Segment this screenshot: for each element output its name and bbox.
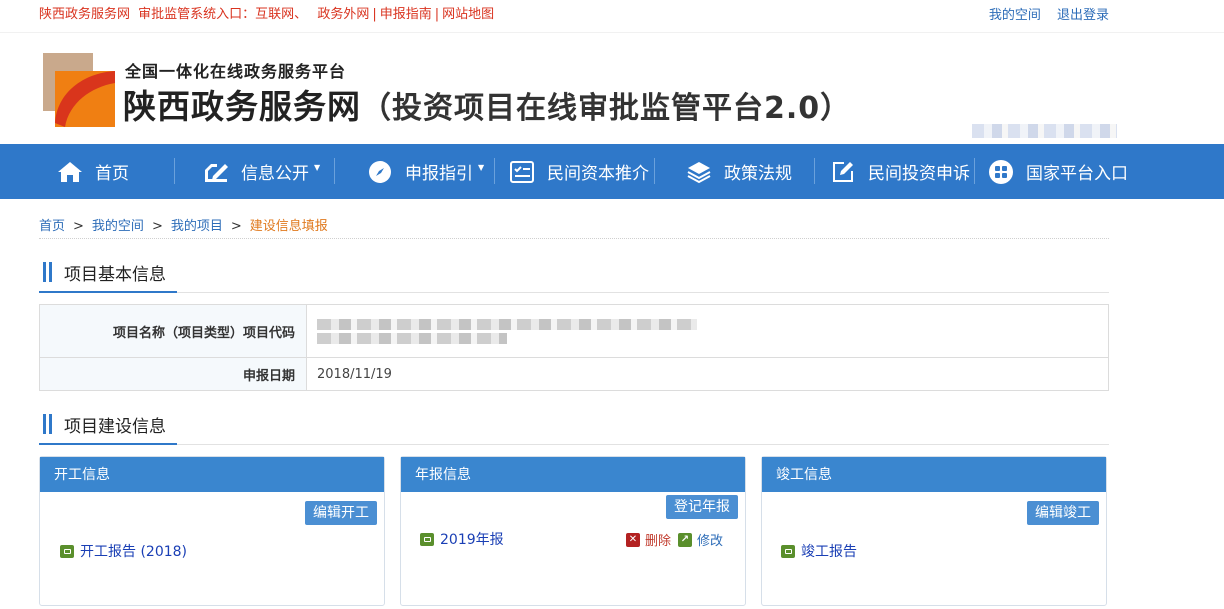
breadcrumb: 首页 > 我的空间 > 我的项目 > 建设信息填报 [39,219,328,234]
card-start-title: 开工信息 [40,457,384,492]
chevron-down-icon: ▼ [314,163,321,172]
folder-icon [420,532,434,546]
folder-icon [781,544,795,558]
user-links: 我的空间 退出登录 [977,4,1109,23]
nav-item-national[interactable]: 国家平台入口 [988,144,1128,199]
nav-label-private-capital: 民间资本推介 [547,164,649,184]
card-annual-info: 年报信息 登记年报 2019年报 ✕ 删除 ↗ 修改 [400,456,746,606]
nav-item-home[interactable]: 首页 [57,144,129,199]
complete-report-label: 竣工报告 [801,544,857,560]
redacted-project-name [317,318,697,330]
nav-item-guide[interactable]: 申报指引 ▼ [367,144,484,199]
section-basic-info: 项目基本信息 [39,259,1109,293]
grid-circle-icon [988,159,1014,185]
edit-doc-icon [203,159,229,185]
card-complete-title: 竣工信息 [762,457,1106,492]
platform-subtitle: 全国一体化在线政务服务平台 [125,62,347,81]
start-report-link[interactable]: 开工报告 (2018) [60,541,187,561]
nav-label-policy: 政策法规 [724,164,792,184]
chevron-down-icon: ▼ [478,163,485,172]
section-title-construction: 项目建设信息 [64,417,166,437]
my-space-link[interactable]: 我的空间 [989,8,1041,23]
top-link-site[interactable]: 陕西政务服务网 [39,7,130,22]
card-start-info: 开工信息 编辑开工 开工报告 (2018) [39,456,385,606]
breadcrumb-current: 建设信息填报 [249,219,328,234]
checklist-icon [509,159,535,185]
top-link-gov-net[interactable]: 政务外网 [317,7,369,22]
logo-icon [43,53,115,127]
redacted-project-code [317,332,507,344]
nav-label-info: 信息公开 [241,164,309,184]
nav-label-national: 国家平台入口 [1026,164,1128,184]
apply-date-label: 申报日期 [39,357,307,391]
delete-annual-button[interactable]: ✕ 删除 [626,530,671,549]
edit-complete-button[interactable]: 编辑竣工 [1027,501,1099,525]
site-title-main: 陕西政务服务网 [123,87,361,126]
top-links: 陕西政务服务网 审批监管系统入口：互联网、 政务外网 | 申报指南 | 网站地图 [39,7,495,22]
nav-item-policy[interactable]: 政策法规 [686,144,792,199]
apply-date-value: 2018/11/19 [306,357,1109,391]
home-icon [57,159,83,185]
edit-annual-button[interactable]: ↗ 修改 [678,530,723,549]
top-link-internet[interactable]: 互联网、 [255,7,307,22]
compass-icon [367,159,393,185]
breadcrumb-my-space[interactable]: 我的空间 [92,219,144,234]
project-name-label: 项目名称（项目类型）项目代码 [39,304,307,358]
edit-label: 修改 [697,534,724,549]
card-annual-title: 年报信息 [401,457,745,492]
breadcrumb-home[interactable]: 首页 [39,219,65,234]
nav-item-info[interactable]: 信息公开 ▼ [203,144,320,199]
nav-label-guide: 申报指引 [405,164,473,184]
project-name-value [306,304,1109,358]
section-marker-icon [43,414,52,434]
delete-label: 删除 [645,534,672,549]
start-report-label: 开工报告 (2018) [80,544,188,560]
top-bar: 陕西政务服务网 审批监管系统入口：互联网、 政务外网 | 申报指南 | 网站地图 我的空… [0,0,1224,24]
site-title-suffix: （投资项目在线审批监管平台2.0） [361,91,852,126]
nav-item-private-capital[interactable]: 民间资本推介 [509,144,649,199]
card-complete-info: 竣工信息 编辑竣工 竣工报告 [761,456,1107,606]
site-title: 陕西政务服务网（投资项目在线审批监管平台2.0） [123,80,851,128]
section-title-basic: 项目基本信息 [64,265,166,285]
pencil-square-icon [830,159,856,185]
nav-item-complaint[interactable]: 民间投资申诉 [830,144,970,199]
top-divider [0,32,1224,33]
nav-label-complaint: 民间投资申诉 [868,164,970,184]
top-link-guide[interactable]: 申报指南 [380,7,432,22]
breadcrumb-my-projects[interactable]: 我的项目 [171,219,223,234]
section-construction-info: 项目建设信息 [39,411,1109,445]
annual-report-label: 2019年报 [440,532,504,548]
external-link-icon: ↗ [678,532,692,547]
breadcrumb-divider [39,238,1109,239]
top-link-entry: 审批监管系统入口： [138,7,256,22]
complete-report-link[interactable]: 竣工报告 [781,541,857,561]
edit-start-button[interactable]: 编辑开工 [305,501,377,525]
layers-icon [686,159,712,185]
register-annual-button[interactable]: 登记年报 [666,495,738,519]
delete-icon: ✕ [626,532,640,547]
redacted-welcome [972,124,1117,138]
nav-label-home: 首页 [95,164,129,184]
annual-report-link[interactable]: 2019年报 [420,529,504,549]
logout-link[interactable]: 退出登录 [1057,8,1109,23]
section-marker-icon [43,262,52,282]
top-link-sitemap[interactable]: 网站地图 [442,7,494,22]
folder-icon [60,544,74,558]
project-info-table: 项目名称（项目类型）项目代码 申报日期 2018/11/19 [39,304,1109,391]
main-nav: 首页 信息公开 ▼ 申报指引 ▼ 民间资本推介 政策法规 民间投资申诉 国家平台… [0,144,1224,199]
